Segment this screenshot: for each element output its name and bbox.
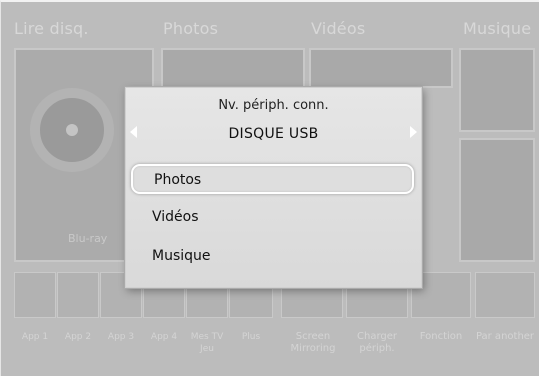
menu-item-videos[interactable]: Vidéos (131, 203, 414, 233)
videos-tile[interactable] (309, 48, 453, 88)
popup-title: Nv. périph. conn. (218, 98, 329, 113)
app-label-3: App 3 (107, 332, 135, 342)
new-device-popup: Nv. périph. conn. DISQUE USB Photos Vidé… (125, 87, 422, 288)
category-videos[interactable]: Vidéos (311, 19, 365, 38)
category-play-disc[interactable]: Lire disq. (14, 19, 89, 38)
app-tile-2[interactable] (57, 272, 99, 318)
music-tile-bottom[interactable] (459, 138, 535, 262)
load-device-label: Charger périph. (357, 331, 397, 354)
bluray-label: Blu-ray (68, 232, 108, 245)
device-name: DISQUE USB (228, 126, 319, 142)
menu-item-photos[interactable]: Photos (131, 164, 414, 194)
disc-hole (66, 124, 78, 136)
app-label-4: App 4 (150, 332, 178, 342)
photos-tile[interactable] (161, 48, 305, 88)
function-label: Fonction (419, 331, 463, 342)
menu-item-music[interactable]: Musique (131, 242, 414, 272)
home-screen: Lire disq. Photos Vidéos Musique Blu-ray… (0, 0, 539, 376)
app-label-2: App 2 (64, 332, 92, 342)
arrow-right-icon[interactable] (410, 126, 417, 138)
app-tile-1[interactable] (14, 272, 56, 318)
app-label-1: App 1 (21, 332, 49, 342)
app-label-5: Mes TV Jeu (190, 332, 224, 354)
category-photos[interactable]: Photos (163, 19, 218, 38)
other-label: Par another (475, 331, 535, 342)
other-tile[interactable] (475, 272, 535, 318)
app-label-more: Plus (241, 332, 261, 342)
music-tile-top[interactable] (459, 48, 535, 132)
category-music[interactable]: Musique (463, 19, 531, 38)
screen-mirroring-label: Screen Mirroring (290, 331, 336, 354)
